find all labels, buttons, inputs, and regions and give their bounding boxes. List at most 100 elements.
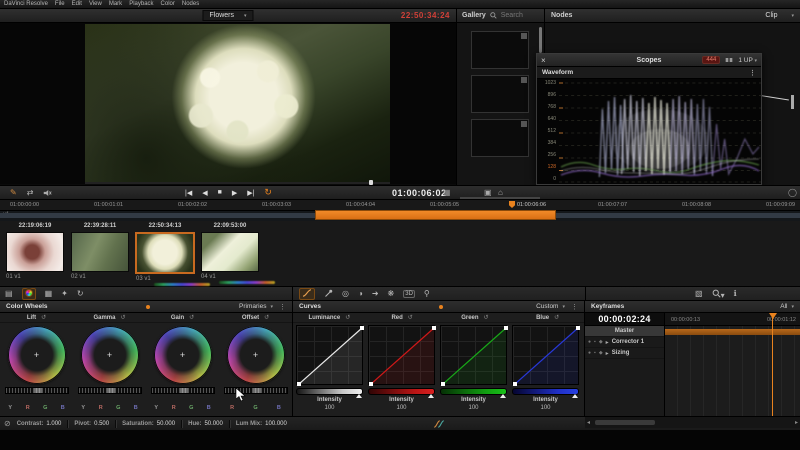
- keyframes-timeline[interactable]: 00:00:00:13 00:00:01:12: [665, 313, 800, 416]
- intensity-value[interactable]: 100: [317, 405, 342, 411]
- menu-color[interactable]: Color: [161, 1, 175, 7]
- reset-icon[interactable]: ↺: [189, 314, 194, 321]
- reset-icon[interactable]: ↺: [345, 314, 350, 321]
- reset-all-icon[interactable]: ⊘: [4, 419, 11, 428]
- curve-presets-icon[interactable]: [433, 420, 445, 428]
- viewer-scrub-bar[interactable]: [85, 182, 390, 184]
- clip-cell-1[interactable]: 22:19:06:19 01 v1: [4, 223, 66, 280]
- wheels-mode-dropdown[interactable]: Primaries ▾: [239, 303, 273, 310]
- gallery-still[interactable]: [471, 75, 529, 113]
- keyframes-hscrollbar[interactable]: ◂ ▸: [585, 416, 800, 428]
- clip-cell-2[interactable]: 22:39:28:11 02 v1: [69, 223, 131, 280]
- selected-clip-range[interactable]: [315, 210, 556, 220]
- keyer-icon[interactable]: ⚲: [424, 290, 430, 298]
- reset-icon[interactable]: ↺: [264, 314, 269, 321]
- viewer-canvas[interactable]: [0, 23, 456, 184]
- play-button[interactable]: ▶: [232, 189, 237, 197]
- clip-cell-4[interactable]: 22:09:53:00 04 v1: [199, 223, 261, 280]
- lummix-adjustment[interactable]: Lum Mix:100.000: [236, 421, 287, 427]
- pivot-adjustment[interactable]: Pivot:0.500: [74, 421, 109, 427]
- status-globe-icon[interactable]: ◯: [788, 188, 797, 197]
- reset-icon[interactable]: ↺: [41, 314, 46, 321]
- lock-icon[interactable]: ▪: [594, 339, 596, 345]
- kebab-menu-icon[interactable]: ⋮: [279, 303, 286, 311]
- menu-view[interactable]: View: [89, 1, 102, 7]
- master-keyframe-bar[interactable]: [665, 329, 800, 335]
- scope-type-dropdown[interactable]: Waveform: [542, 69, 573, 76]
- gamma-color-wheel[interactable]: +: [81, 326, 139, 384]
- menu-nodes[interactable]: Nodes: [182, 1, 199, 7]
- blue-intensity-slider[interactable]: [512, 388, 579, 395]
- scope-quality-badge[interactable]: 444: [702, 56, 720, 64]
- close-icon[interactable]: ×: [541, 56, 551, 65]
- keyframe-row-master[interactable]: Master: [585, 326, 664, 337]
- curves-icon[interactable]: [299, 288, 315, 300]
- reset-icon[interactable]: ↺: [120, 314, 125, 321]
- shuffle-icon[interactable]: ⇄: [27, 188, 34, 197]
- power-window-icon[interactable]: ◑: [358, 290, 363, 298]
- kebab-menu-icon[interactable]: ⋮: [749, 69, 756, 77]
- reset-icon[interactable]: ↺: [554, 314, 559, 321]
- blur-icon[interactable]: ❋: [388, 290, 395, 298]
- enable-dot-icon[interactable]: ●: [588, 339, 591, 345]
- keyframe-row-corrector1[interactable]: ● ▪ ◆ ▸ Corrector 1: [585, 337, 664, 348]
- clip-thumbnail[interactable]: [201, 232, 259, 272]
- lift-master-wheel[interactable]: [5, 387, 69, 394]
- saturation-adjustment[interactable]: Saturation:50.000: [122, 421, 175, 427]
- clip-thumbnail[interactable]: [71, 232, 129, 272]
- nodes-mode-dropdown[interactable]: Clip ▾: [765, 12, 794, 19]
- scroll-thumb[interactable]: [595, 420, 655, 425]
- info-icon[interactable]: ℹ: [734, 290, 737, 298]
- scroll-right-icon[interactable]: ▸: [795, 419, 798, 426]
- menu-playback[interactable]: Playback: [129, 1, 153, 7]
- grade-tool-icon[interactable]: ✎: [10, 188, 17, 197]
- luminance-intensity-slider[interactable]: [296, 388, 363, 395]
- search-icon[interactable]: [490, 12, 497, 19]
- reset-icon[interactable]: ↺: [408, 314, 413, 321]
- menu-file[interactable]: File: [55, 1, 65, 7]
- clip-thumbnail[interactable]: [6, 232, 64, 272]
- adj-value[interactable]: 50.000: [157, 421, 175, 427]
- kebab-menu-icon[interactable]: ⋮: [571, 303, 578, 311]
- lock-icon[interactable]: ▪: [594, 350, 596, 356]
- scroll-left-icon[interactable]: ◂: [587, 419, 590, 426]
- window-circle-icon[interactable]: ◎: [342, 290, 349, 298]
- tracker-icon[interactable]: ➜: [372, 290, 379, 298]
- grid-view-icon[interactable]: ▧: [695, 290, 703, 298]
- menu-app[interactable]: DaVinci Resolve: [4, 1, 48, 7]
- rgb-mixer-icon[interactable]: ▦: [45, 290, 53, 298]
- intensity-value[interactable]: 100: [389, 405, 414, 411]
- slider-handle[interactable]: [572, 394, 578, 398]
- skip-start-button[interactable]: |◀: [185, 189, 192, 197]
- expand-icon[interactable]: ▸: [606, 350, 609, 357]
- adj-value[interactable]: 50.000: [204, 421, 222, 427]
- intensity-value[interactable]: 100: [533, 405, 558, 411]
- keyboard-icon[interactable]: ▦: [443, 188, 451, 197]
- offset-master-wheel[interactable]: [224, 387, 288, 394]
- loop-button[interactable]: ↻: [264, 187, 272, 198]
- gain-color-wheel[interactable]: +: [154, 326, 212, 384]
- grab-still-icon[interactable]: ▣: [484, 188, 492, 197]
- camera-raw-icon[interactable]: ▤: [5, 290, 13, 298]
- green-intensity-slider[interactable]: [440, 388, 507, 395]
- luminance-curve-graph[interactable]: [296, 325, 363, 385]
- refresh-icon[interactable]: ↻: [77, 290, 84, 298]
- clip-thumbnail[interactable]: [135, 232, 195, 274]
- red-intensity-slider[interactable]: [368, 388, 435, 395]
- menu-edit[interactable]: Edit: [72, 1, 82, 7]
- blue-curve-graph[interactable]: [512, 325, 579, 385]
- qualifier-eyedropper-icon[interactable]: [324, 289, 333, 300]
- scopes-titlebar[interactable]: × Scopes 444 1 UP ▾: [537, 54, 761, 67]
- play-reverse-button[interactable]: ◀: [202, 189, 207, 197]
- playhead-marker[interactable]: [509, 201, 515, 208]
- adj-value[interactable]: 1.000: [46, 421, 61, 427]
- keyframe-diamond-icon[interactable]: ◆: [599, 339, 603, 345]
- viewer-clip-dropdown[interactable]: Flowers ▾: [202, 10, 253, 21]
- zoom-search-icon[interactable]: ▾: [712, 289, 725, 300]
- gain-master-wheel[interactable]: [151, 387, 215, 394]
- contrast-adjustment[interactable]: Contrast:1.000: [17, 421, 62, 427]
- reset-icon[interactable]: ↺: [484, 314, 489, 321]
- keyframe-diamond-icon[interactable]: ◆: [599, 350, 603, 356]
- node-output-handle[interactable]: [791, 95, 794, 109]
- color-wheels-icon[interactable]: [22, 288, 36, 300]
